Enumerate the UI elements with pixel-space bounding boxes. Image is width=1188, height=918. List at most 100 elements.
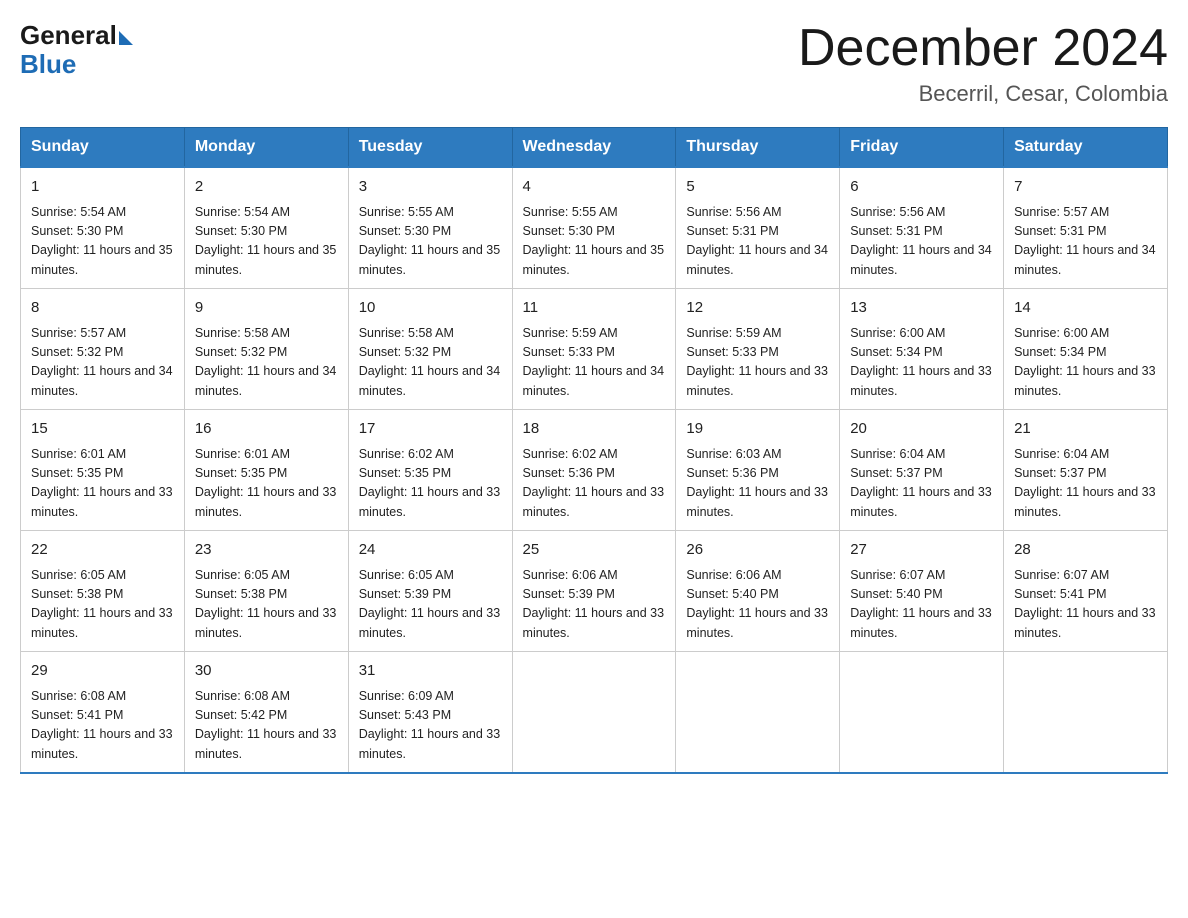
day-info: Sunrise: 6:01 AMSunset: 5:35 PMDaylight:… — [31, 445, 174, 523]
calendar-cell — [840, 652, 1004, 774]
day-number: 9 — [195, 297, 338, 320]
day-info: Sunrise: 6:02 AMSunset: 5:35 PMDaylight:… — [359, 445, 502, 523]
calendar-cell: 20 Sunrise: 6:04 AMSunset: 5:37 PMDayligh… — [840, 410, 1004, 531]
month-title: December 2024 — [798, 20, 1168, 77]
calendar-week-row: 8 Sunrise: 5:57 AMSunset: 5:32 PMDaylight… — [21, 289, 1168, 410]
calendar-cell: 31 Sunrise: 6:09 AMSunset: 5:43 PMDayligh… — [348, 652, 512, 774]
calendar-cell: 18 Sunrise: 6:02 AMSunset: 5:36 PMDayligh… — [512, 410, 676, 531]
calendar-cell: 17Sunrise: 6:02 AMSunset: 5:35 PMDayligh… — [348, 410, 512, 531]
day-info: Sunrise: 6:05 AMSunset: 5:38 PMDaylight:… — [195, 566, 338, 644]
day-number: 4 — [523, 176, 666, 199]
day-number: 24 — [359, 539, 502, 562]
day-info: Sunrise: 6:07 AMSunset: 5:40 PMDaylight:… — [850, 566, 993, 644]
day-number: 23 — [195, 539, 338, 562]
day-number: 28 — [1014, 539, 1157, 562]
calendar-cell: 15Sunrise: 6:01 AMSunset: 5:35 PMDayligh… — [21, 410, 185, 531]
day-number: 19 — [686, 418, 829, 441]
location-subtitle: Becerril, Cesar, Colombia — [798, 81, 1168, 107]
calendar-cell: 24Sunrise: 6:05 AMSunset: 5:39 PMDayligh… — [348, 531, 512, 652]
calendar-cell: 13Sunrise: 6:00 AMSunset: 5:34 PMDayligh… — [840, 289, 1004, 410]
day-info: Sunrise: 6:03 AMSunset: 5:36 PMDaylight:… — [686, 445, 829, 523]
day-info: Sunrise: 5:55 AMSunset: 5:30 PMDaylight:… — [523, 203, 666, 281]
col-header-saturday: Saturday — [1004, 128, 1168, 168]
calendar-cell: 23 Sunrise: 6:05 AMSunset: 5:38 PMDayligh… — [184, 531, 348, 652]
day-number: 11 — [523, 297, 666, 320]
calendar-cell: 4 Sunrise: 5:55 AMSunset: 5:30 PMDaylight… — [512, 167, 676, 289]
calendar-cell: 26 Sunrise: 6:06 AMSunset: 5:40 PMDayligh… — [676, 531, 840, 652]
day-number: 25 — [523, 539, 666, 562]
day-info: Sunrise: 6:06 AMSunset: 5:40 PMDaylight:… — [686, 566, 829, 644]
day-info: Sunrise: 6:04 AMSunset: 5:37 PMDaylight:… — [850, 445, 993, 523]
calendar-cell — [1004, 652, 1168, 774]
col-header-sunday: Sunday — [21, 128, 185, 168]
logo: General Blue — [20, 20, 133, 80]
day-info: Sunrise: 5:57 AMSunset: 5:31 PMDaylight:… — [1014, 203, 1157, 281]
day-info: Sunrise: 5:59 AMSunset: 5:33 PMDaylight:… — [523, 324, 666, 402]
logo-blue-text: Blue — [20, 49, 76, 80]
calendar-table: SundayMondayTuesdayWednesdayThursdayFrid… — [20, 127, 1168, 774]
calendar-cell — [676, 652, 840, 774]
calendar-cell: 16Sunrise: 6:01 AMSunset: 5:35 PMDayligh… — [184, 410, 348, 531]
col-header-thursday: Thursday — [676, 128, 840, 168]
day-info: Sunrise: 5:54 AMSunset: 5:30 PMDaylight:… — [195, 203, 338, 281]
day-number: 12 — [686, 297, 829, 320]
calendar-week-row: 15Sunrise: 6:01 AMSunset: 5:35 PMDayligh… — [21, 410, 1168, 531]
day-info: Sunrise: 6:02 AMSunset: 5:36 PMDaylight:… — [523, 445, 666, 523]
day-number: 13 — [850, 297, 993, 320]
calendar-week-row: 22 Sunrise: 6:05 AMSunset: 5:38 PMDayligh… — [21, 531, 1168, 652]
calendar-cell: 10Sunrise: 5:58 AMSunset: 5:32 PMDayligh… — [348, 289, 512, 410]
col-header-tuesday: Tuesday — [348, 128, 512, 168]
logo-general-text: General — [20, 20, 117, 51]
day-info: Sunrise: 5:59 AMSunset: 5:33 PMDaylight:… — [686, 324, 829, 402]
calendar-cell: 21Sunrise: 6:04 AMSunset: 5:37 PMDayligh… — [1004, 410, 1168, 531]
title-block: December 2024 Becerril, Cesar, Colombia — [798, 20, 1168, 107]
day-number: 6 — [850, 176, 993, 199]
day-number: 1 — [31, 176, 174, 199]
day-info: Sunrise: 5:58 AMSunset: 5:32 PMDaylight:… — [195, 324, 338, 402]
day-info: Sunrise: 6:08 AMSunset: 5:41 PMDaylight:… — [31, 687, 174, 765]
calendar-cell — [512, 652, 676, 774]
calendar-cell: 9 Sunrise: 5:58 AMSunset: 5:32 PMDaylight… — [184, 289, 348, 410]
day-number: 31 — [359, 660, 502, 683]
col-header-wednesday: Wednesday — [512, 128, 676, 168]
calendar-cell: 6 Sunrise: 5:56 AMSunset: 5:31 PMDaylight… — [840, 167, 1004, 289]
calendar-cell: 11 Sunrise: 5:59 AMSunset: 5:33 PMDayligh… — [512, 289, 676, 410]
day-number: 14 — [1014, 297, 1157, 320]
day-info: Sunrise: 5:55 AMSunset: 5:30 PMDaylight:… — [359, 203, 502, 281]
day-info: Sunrise: 5:56 AMSunset: 5:31 PMDaylight:… — [686, 203, 829, 281]
day-info: Sunrise: 6:07 AMSunset: 5:41 PMDaylight:… — [1014, 566, 1157, 644]
calendar-header-row: SundayMondayTuesdayWednesdayThursdayFrid… — [21, 128, 1168, 168]
day-info: Sunrise: 5:57 AMSunset: 5:32 PMDaylight:… — [31, 324, 174, 402]
day-number: 26 — [686, 539, 829, 562]
day-info: Sunrise: 6:00 AMSunset: 5:34 PMDaylight:… — [1014, 324, 1157, 402]
day-number: 18 — [523, 418, 666, 441]
calendar-cell: 19 Sunrise: 6:03 AMSunset: 5:36 PMDayligh… — [676, 410, 840, 531]
calendar-week-row: 29 Sunrise: 6:08 AMSunset: 5:41 PMDayligh… — [21, 652, 1168, 774]
calendar-cell: 8 Sunrise: 5:57 AMSunset: 5:32 PMDaylight… — [21, 289, 185, 410]
calendar-cell: 28 Sunrise: 6:07 AMSunset: 5:41 PMDayligh… — [1004, 531, 1168, 652]
day-number: 21 — [1014, 418, 1157, 441]
day-number: 22 — [31, 539, 174, 562]
calendar-cell: 5 Sunrise: 5:56 AMSunset: 5:31 PMDaylight… — [676, 167, 840, 289]
day-info: Sunrise: 6:08 AMSunset: 5:42 PMDaylight:… — [195, 687, 338, 765]
col-header-monday: Monday — [184, 128, 348, 168]
day-info: Sunrise: 6:05 AMSunset: 5:38 PMDaylight:… — [31, 566, 174, 644]
calendar-cell: 2 Sunrise: 5:54 AMSunset: 5:30 PMDaylight… — [184, 167, 348, 289]
day-number: 29 — [31, 660, 174, 683]
day-info: Sunrise: 5:58 AMSunset: 5:32 PMDaylight:… — [359, 324, 502, 402]
day-info: Sunrise: 6:09 AMSunset: 5:43 PMDaylight:… — [359, 687, 502, 765]
day-number: 30 — [195, 660, 338, 683]
day-number: 2 — [195, 176, 338, 199]
day-info: Sunrise: 5:56 AMSunset: 5:31 PMDaylight:… — [850, 203, 993, 281]
day-number: 16 — [195, 418, 338, 441]
calendar-cell: 22 Sunrise: 6:05 AMSunset: 5:38 PMDayligh… — [21, 531, 185, 652]
page-header: General Blue December 2024 Becerril, Ces… — [20, 20, 1168, 107]
day-number: 5 — [686, 176, 829, 199]
logo-arrow-icon — [119, 31, 133, 45]
calendar-cell: 1Sunrise: 5:54 AMSunset: 5:30 PMDaylight… — [21, 167, 185, 289]
day-number: 7 — [1014, 176, 1157, 199]
day-number: 20 — [850, 418, 993, 441]
calendar-cell: 14 Sunrise: 6:00 AMSunset: 5:34 PMDayligh… — [1004, 289, 1168, 410]
day-info: Sunrise: 6:06 AMSunset: 5:39 PMDaylight:… — [523, 566, 666, 644]
day-number: 8 — [31, 297, 174, 320]
